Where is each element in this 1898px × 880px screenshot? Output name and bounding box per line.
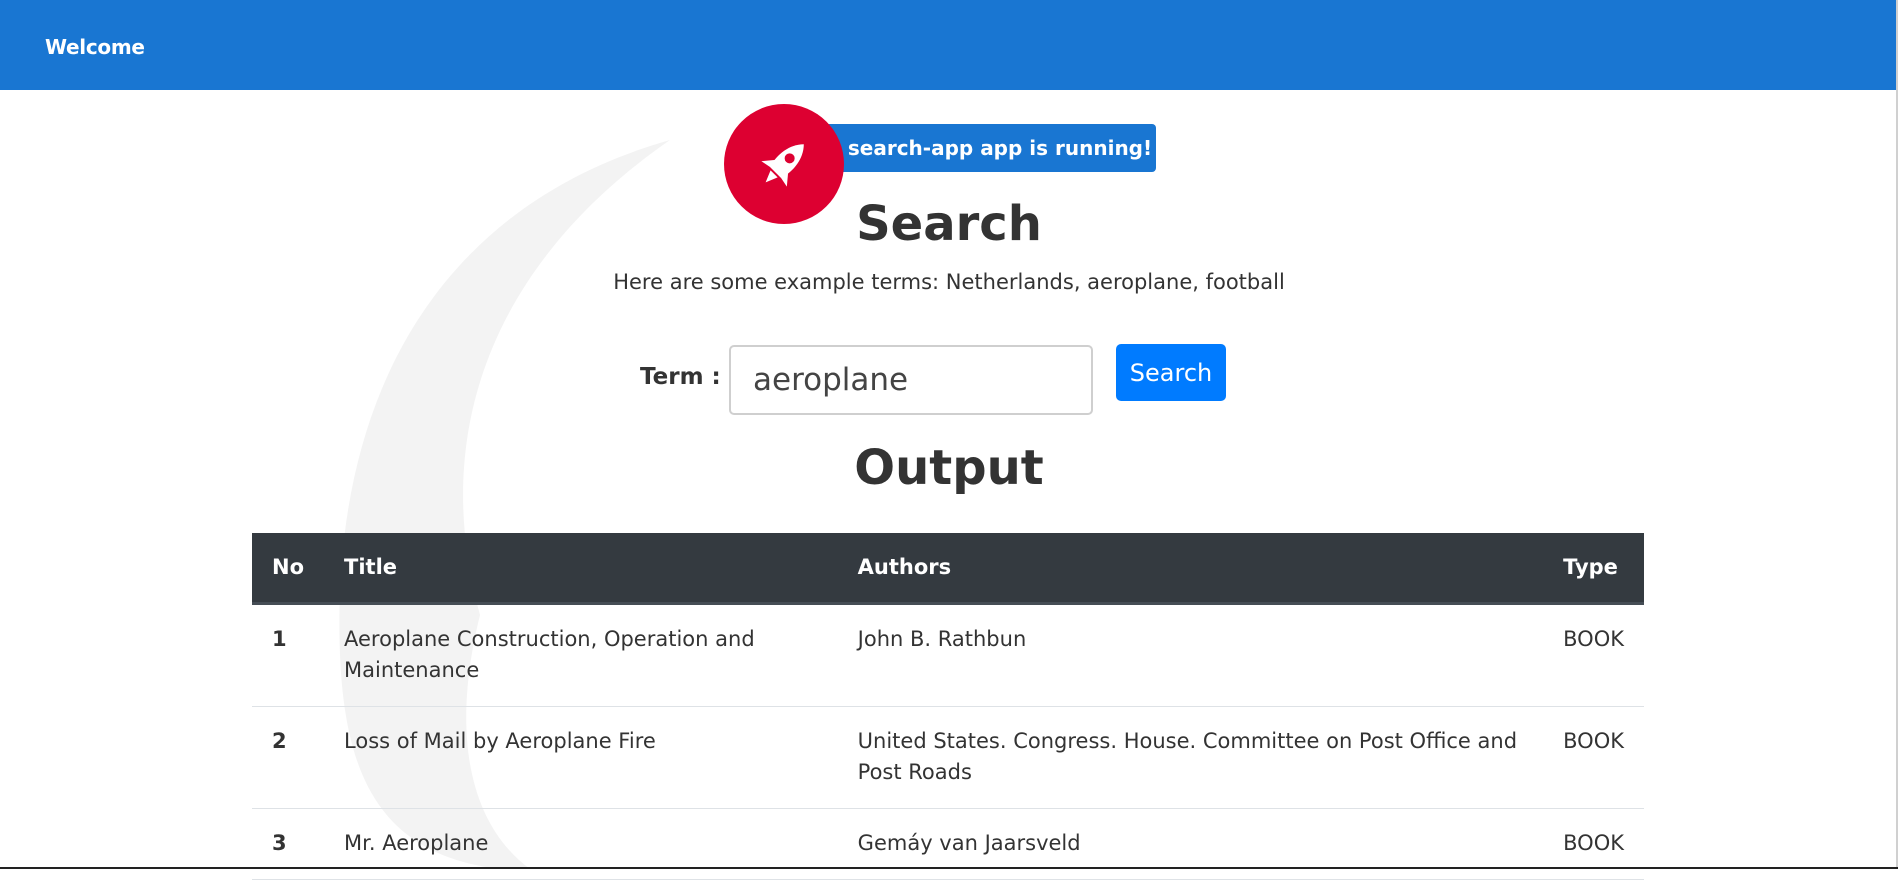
cell-authors: John B. Rathbun: [838, 603, 1543, 706]
running-status-text: search-app app is running!: [848, 136, 1152, 160]
rocket-badge: [724, 104, 844, 224]
column-header-type: Type: [1543, 533, 1644, 603]
column-header-title: Title: [324, 533, 838, 603]
cell-type: BOOK: [1543, 706, 1644, 808]
rocket-icon: [752, 132, 816, 196]
example-terms-text: Here are some example terms: Netherlands…: [0, 270, 1898, 294]
search-heading: Search: [0, 196, 1898, 252]
results-table: No Title Authors Type 1 Aeroplane Constr…: [252, 533, 1644, 880]
output-heading: Output: [0, 440, 1898, 496]
top-toolbar: Welcome: [0, 0, 1896, 90]
cell-type: BOOK: [1543, 603, 1644, 706]
search-button[interactable]: Search: [1116, 344, 1226, 401]
cell-title: Loss of Mail by Aeroplane Fire: [324, 706, 838, 808]
column-header-authors: Authors: [838, 533, 1543, 603]
cell-no: 1: [252, 603, 324, 706]
table-row: 1 Aeroplane Construction, Operation and …: [252, 603, 1644, 706]
table-header-row: No Title Authors Type: [252, 533, 1644, 603]
term-input[interactable]: [729, 345, 1093, 415]
running-status-badge: search-app app is running!: [820, 124, 1156, 172]
term-label: Term :: [640, 364, 721, 390]
column-header-no: No: [252, 533, 324, 603]
cell-authors: United States. Congress. House. Committe…: [838, 706, 1543, 808]
cell-title: Aeroplane Construction, Operation and Ma…: [324, 603, 838, 706]
table-row: 2 Loss of Mail by Aeroplane Fire United …: [252, 706, 1644, 808]
cell-no: 2: [252, 706, 324, 808]
welcome-title: Welcome: [45, 35, 145, 59]
